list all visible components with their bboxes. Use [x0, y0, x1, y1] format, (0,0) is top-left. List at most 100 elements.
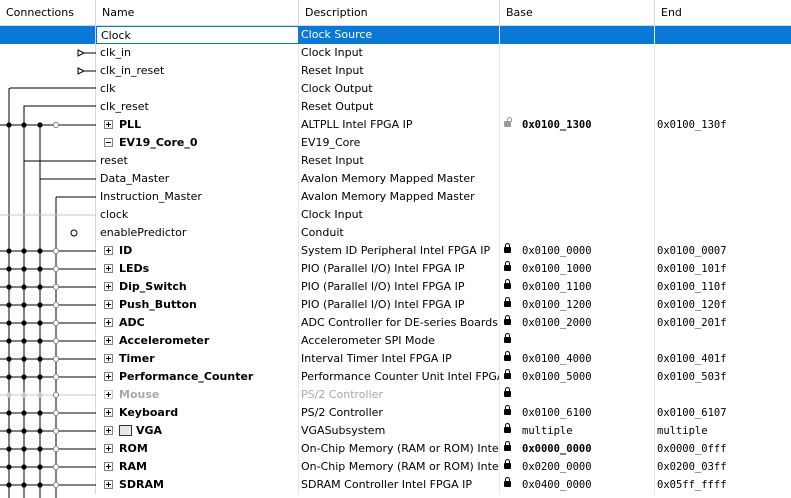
table-row[interactable]: Accelerometer Accelerometer SPI Mode [0, 332, 791, 350]
interface-name: enablePredictor [96, 224, 299, 242]
table-row[interactable]: enablePredictor Conduit [0, 224, 791, 242]
connection-dot [21, 410, 27, 416]
connection-dot [6, 356, 12, 362]
base-cell: multiple [500, 422, 655, 440]
base-address[interactable]: 0x0100_1200 [522, 299, 592, 311]
plus-square-icon[interactable] [104, 461, 113, 471]
connection-dot [52, 283, 60, 291]
plus-square-icon[interactable] [104, 389, 113, 399]
plus-square-icon[interactable] [104, 317, 113, 327]
lock-icon[interactable] [504, 423, 511, 433]
table-row[interactable]: clk Clock Output [0, 80, 791, 98]
description-cell: Avalon Memory Mapped Master [299, 170, 500, 188]
plus-square-icon[interactable] [104, 119, 113, 129]
plus-square-icon[interactable] [104, 353, 113, 363]
table-row[interactable]: Dip_Switch PIO (Parallel I/O) Intel FPGA… [0, 278, 791, 296]
lock-icon[interactable] [504, 279, 511, 289]
table-row[interactable]: Timer Interval Timer Intel FPGA IP 0x010… [0, 350, 791, 368]
connection-dot [6, 302, 12, 308]
unlock-icon[interactable] [504, 117, 512, 127]
plus-square-icon[interactable] [104, 407, 113, 417]
table-row[interactable]: RAM On-Chip Memory (RAM or ROM) Intel ..… [0, 458, 791, 476]
connection-dot [21, 248, 27, 254]
lock-icon[interactable] [504, 477, 511, 487]
lock-icon[interactable] [504, 387, 511, 397]
column-header-end[interactable]: End [655, 0, 791, 25]
end-cell: 0x0100_0007 [657, 245, 727, 257]
component-name: Push_Button [119, 298, 197, 311]
column-header-description[interactable]: Description [299, 0, 500, 25]
interface-name: Instruction_Master [96, 188, 299, 206]
plus-square-icon[interactable] [104, 371, 113, 381]
plus-square-icon[interactable] [104, 245, 113, 255]
connection-dot [37, 320, 43, 326]
description-cell: ADC Controller for DE-series Boards [299, 314, 500, 332]
base-address[interactable]: 0x0000_0000 [522, 443, 592, 455]
base-address[interactable]: 0x0400_0000 [522, 479, 592, 491]
table-row[interactable]: clk_in Clock Input [0, 44, 791, 62]
column-header-connections[interactable]: Connections [0, 0, 96, 25]
lock-icon[interactable] [504, 243, 511, 253]
table-row[interactable]: Push_Button PIO (Parallel I/O) Intel FPG… [0, 296, 791, 314]
plus-square-icon[interactable] [104, 263, 113, 273]
lock-icon[interactable] [504, 297, 511, 307]
table-row[interactable]: Instruction_Master Avalon Memory Mapped … [0, 188, 791, 206]
table-row[interactable]: Keyboard PS/2 Controller 0x0100_6100 0x0… [0, 404, 791, 422]
plus-square-icon[interactable] [104, 479, 113, 489]
table-row[interactable]: clk_in_reset Reset Input [0, 62, 791, 80]
base-address[interactable]: 0x0200_0000 [522, 461, 592, 473]
minus-square-icon[interactable] [104, 137, 113, 147]
table-row[interactable]: Clock Clock Source [0, 26, 791, 44]
base-address[interactable]: 0x0100_1100 [522, 281, 592, 293]
base-address[interactable]: 0x0100_2000 [522, 317, 592, 329]
table-row[interactable]: Mouse PS/2 Controller [0, 386, 791, 404]
lock-icon[interactable] [504, 333, 511, 343]
column-header-name[interactable]: Name [96, 0, 299, 25]
table-row[interactable]: ROM On-Chip Memory (RAM or ROM) Intel ..… [0, 440, 791, 458]
connection-wires[interactable] [0, 26, 96, 498]
base-address[interactable]: 0x0100_4000 [522, 353, 592, 365]
component-name: Accelerometer [119, 334, 210, 347]
connection-dot [52, 481, 60, 489]
table-row[interactable]: EV19_Core_0 EV19_Core [0, 134, 791, 152]
base-address[interactable]: 0x0100_1300 [522, 119, 592, 131]
table-row[interactable]: ADC ADC Controller for DE-series Boards … [0, 314, 791, 332]
plus-square-icon[interactable] [104, 335, 113, 345]
name-cell[interactable]: Clock [96, 26, 299, 44]
connection-dot [37, 266, 43, 272]
plus-square-icon[interactable] [104, 281, 113, 291]
table-row[interactable]: Data_Master Avalon Memory Mapped Master [0, 170, 791, 188]
lock-icon[interactable] [504, 405, 511, 415]
lock-icon[interactable] [504, 369, 511, 379]
base-address[interactable]: 0x0100_0000 [522, 245, 592, 257]
lock-icon[interactable] [504, 351, 511, 361]
table-row[interactable]: SDRAM SDRAM Controller Intel FPGA IP 0x0… [0, 476, 791, 494]
connection-dot [52, 445, 60, 453]
plus-square-icon[interactable] [104, 299, 113, 309]
lock-icon[interactable] [504, 441, 511, 451]
end-cell [655, 224, 791, 242]
base-address[interactable]: multiple [522, 425, 573, 437]
description-cell: Interval Timer Intel FPGA IP [299, 350, 500, 368]
base-address[interactable]: 0x0100_5000 [522, 371, 592, 383]
base-address[interactable]: 0x0100_1000 [522, 263, 592, 275]
connection-dot [52, 265, 60, 273]
lock-icon[interactable] [504, 261, 511, 271]
lock-icon[interactable] [504, 315, 511, 325]
plus-square-icon[interactable] [104, 443, 113, 453]
table-row[interactable]: clk_reset Reset Output [0, 98, 791, 116]
table-row[interactable]: VGA VGASubsystem multiple multiple [0, 422, 791, 440]
table-row[interactable]: Performance_Counter Performance Counter … [0, 368, 791, 386]
lock-icon[interactable] [504, 459, 511, 469]
plus-square-icon[interactable] [104, 425, 113, 435]
connection-dot [52, 391, 60, 399]
base-address[interactable]: 0x0100_6100 [522, 407, 592, 419]
table-row[interactable]: reset Reset Input [0, 152, 791, 170]
table-row[interactable]: clock Clock Input [0, 206, 791, 224]
column-header-base[interactable]: Base [500, 0, 655, 25]
table-row[interactable]: ID System ID Peripheral Intel FPGA IP 0x… [0, 242, 791, 260]
table-row[interactable]: PLL ALTPLL Intel FPGA IP 0x0100_1300 0x0… [0, 116, 791, 134]
table-row[interactable]: LEDs PIO (Parallel I/O) Intel FPGA IP 0x… [0, 260, 791, 278]
description-cell: PIO (Parallel I/O) Intel FPGA IP [299, 278, 500, 296]
component-name-input[interactable]: Clock [101, 29, 131, 42]
